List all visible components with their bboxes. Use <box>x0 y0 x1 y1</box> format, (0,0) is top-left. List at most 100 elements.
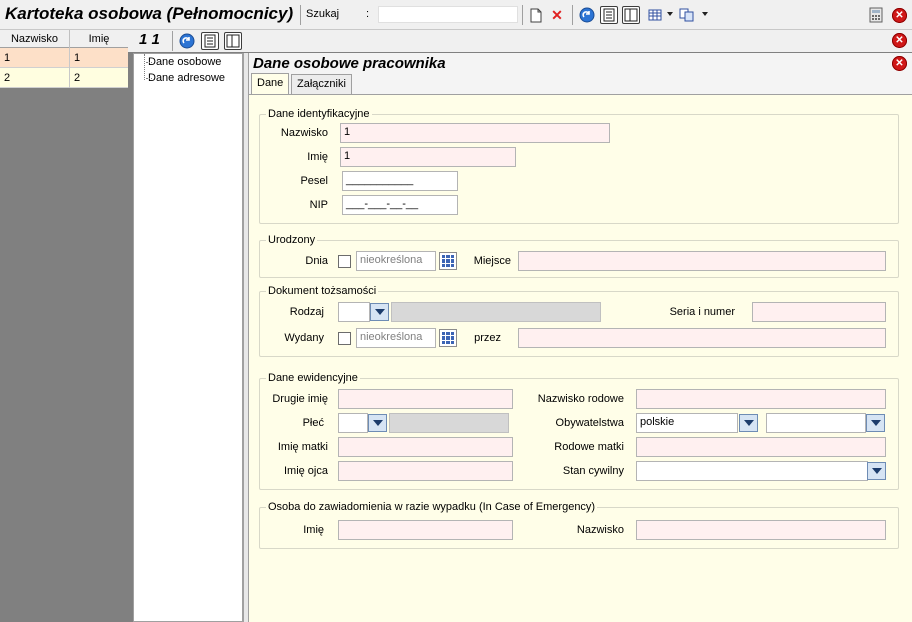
cell-nazwisko: 2 <box>0 68 70 88</box>
second-name-field[interactable] <box>338 389 513 409</box>
mother-name-field[interactable] <box>338 437 513 457</box>
citizenship-select[interactable]: polskie <box>636 413 738 433</box>
tab-zalaczniki[interactable]: Załączniki <box>291 74 352 94</box>
group-records: Dane ewidencyjne Drugie imię Nazwisko ro… <box>259 372 899 490</box>
birth-place-field[interactable] <box>518 251 886 271</box>
document-number-field[interactable] <box>752 302 886 322</box>
nazwisko-label: Nazwisko <box>280 127 328 139</box>
nazwisko-field[interactable]: 1 <box>340 123 610 143</box>
imie-ojca-label: Imię ojca <box>283 465 328 477</box>
copy-dropdown-icon[interactable] <box>702 12 708 16</box>
issue-date-input[interactable]: nieokreślona <box>356 328 436 348</box>
grid-header: Nazwisko Imię <box>0 30 128 48</box>
calendar-icon[interactable] <box>439 252 457 270</box>
stan-cywilny-label: Stan cywilny <box>562 465 624 477</box>
birth-date-checkbox[interactable] <box>338 255 351 268</box>
emergency-last-name-field[interactable] <box>636 520 886 540</box>
father-name-field[interactable] <box>338 461 513 481</box>
refresh-icon[interactable] <box>578 6 596 24</box>
issue-date-checkbox[interactable] <box>338 332 351 345</box>
tree-item-dane-osobowe[interactable]: Dane osobowe <box>145 56 221 68</box>
pesel-field[interactable]: ___________ <box>342 171 458 191</box>
document-type-description <box>391 302 601 322</box>
group-title: Dokument tożsamości <box>266 285 379 297</box>
marital-status-dropdown-button[interactable] <box>867 462 886 480</box>
nip-label: NIP <box>309 199 328 211</box>
details-panel: Dane osobowe pracownika ✕ Dane Załącznik… <box>249 53 912 622</box>
app-title: Kartoteka osobowa (Pełnomocnicy) <box>5 4 294 23</box>
drugie-imie-label: Drugie imię <box>272 393 328 405</box>
search-colon: : <box>366 8 370 20</box>
tree-item-dane-adresowe[interactable]: Dane adresowe <box>145 72 225 84</box>
search-input[interactable] <box>378 6 518 23</box>
table-row[interactable]: 1 1 <box>0 48 128 68</box>
document-type-dropdown-button[interactable] <box>370 303 389 321</box>
wydany-label: Wydany <box>284 332 324 344</box>
citizenship-dropdown-button[interactable] <box>739 414 758 432</box>
emergency-imie-label: Imię <box>303 524 324 536</box>
search-label: Szukaj <box>306 8 340 20</box>
table-row[interactable]: 2 2 <box>0 68 128 88</box>
przez-label: przez <box>474 332 501 344</box>
mother-maiden-name-field[interactable] <box>636 437 886 457</box>
form-view-icon[interactable] <box>201 32 219 50</box>
group-title: Osoba do zawiadomienia w razie wypadku (… <box>266 501 598 513</box>
imie-field[interactable]: 1 <box>340 147 516 167</box>
copy-icon[interactable] <box>678 6 696 24</box>
obywatelstwa-label: Obywatelstwa <box>555 417 624 429</box>
group-title: Dane ewidencyjne <box>266 372 360 384</box>
nip-field[interactable]: ___-___-__-__ <box>342 195 458 215</box>
section-tree: Dane osobowe Dane adresowe <box>133 53 243 622</box>
close-record-icon[interactable]: ✕ <box>892 33 907 48</box>
dnia-label: Dnia <box>305 255 328 267</box>
calculator-icon[interactable] <box>867 6 885 24</box>
split-view-icon[interactable] <box>224 32 242 50</box>
toolbar-separator <box>522 5 523 25</box>
toolbar-separator <box>172 31 173 51</box>
records-grid: Nazwisko Imię 1 1 2 2 <box>0 30 128 622</box>
tab-dane[interactable]: Dane <box>251 73 290 95</box>
toolbar-separator <box>300 5 301 25</box>
new-document-icon[interactable] <box>527 6 545 24</box>
imie-label: Imię <box>307 151 328 163</box>
grid-view-dropdown-icon[interactable] <box>667 12 673 16</box>
rodowe-matki-label: Rodowe matki <box>554 441 624 453</box>
calendar-icon[interactable] <box>439 329 457 347</box>
close-panel-icon[interactable]: ✕ <box>892 56 907 71</box>
gender-description <box>389 413 509 433</box>
gender-dropdown-button[interactable] <box>368 414 387 432</box>
grid-view-icon[interactable] <box>646 6 664 24</box>
document-type-select[interactable] <box>338 302 370 322</box>
pesel-label: Pesel <box>300 175 328 187</box>
emergency-first-name-field[interactable] <box>338 520 513 540</box>
split-view-icon[interactable] <box>622 6 640 24</box>
birth-date-input[interactable]: nieokreślona <box>356 251 436 271</box>
issued-by-field[interactable] <box>518 328 886 348</box>
main-toolbar: Kartoteka osobowa (Pełnomocnicy) Szukaj … <box>0 0 912 30</box>
cell-imie: 1 <box>74 52 81 64</box>
imie-matki-label: Imię matki <box>277 441 328 453</box>
second-citizenship-dropdown-button[interactable] <box>866 414 885 432</box>
record-counter: 1 1 <box>139 31 160 48</box>
gender-select[interactable] <box>338 413 368 433</box>
form-view-icon[interactable] <box>600 6 618 24</box>
rodzaj-label: Rodzaj <box>289 306 324 318</box>
column-header-imie[interactable]: Imię <box>70 30 128 48</box>
nazwisko-rodowe-label: Nazwisko rodowe <box>537 393 624 405</box>
group-birth: Urodzony Dnia nieokreślona Miejsce <box>259 234 899 278</box>
marital-status-select[interactable] <box>636 461 868 481</box>
refresh-icon[interactable] <box>178 32 196 50</box>
miejsce-label: Miejsce <box>473 255 511 267</box>
tree-line <box>144 54 145 80</box>
column-header-nazwisko[interactable]: Nazwisko <box>0 30 70 48</box>
maiden-name-field[interactable] <box>636 389 886 409</box>
close-app-icon[interactable]: ✕ <box>892 8 907 23</box>
group-document: Dokument tożsamości Rodzaj Seria i numer… <box>259 285 899 357</box>
second-citizenship-select[interactable] <box>766 413 866 433</box>
record-toolbar: 1 1 ✕ <box>128 30 912 52</box>
cell-nazwisko: 1 <box>0 48 70 68</box>
group-emergency: Osoba do zawiadomienia w razie wypadku (… <box>259 501 899 549</box>
tab-content: Dane identyfikacyjne Nazwisko 1 Imię 1 P… <box>249 94 912 622</box>
delete-icon[interactable]: ✕ <box>548 6 566 24</box>
group-title: Dane identyfikacyjne <box>266 108 372 120</box>
